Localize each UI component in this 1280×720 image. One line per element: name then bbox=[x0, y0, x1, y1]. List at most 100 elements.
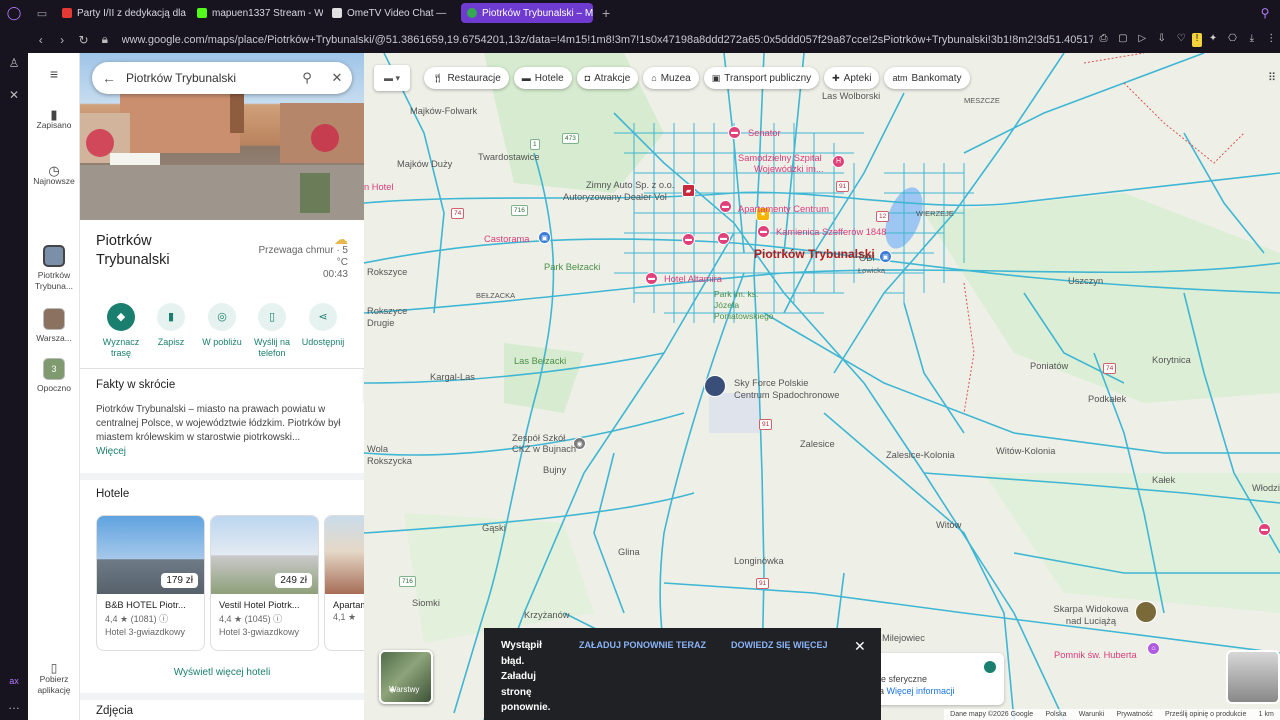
share-button[interactable]: ⋖ Udostępnij bbox=[298, 303, 348, 348]
show-more-hotels-link[interactable]: Wyświetl więcej hoteli bbox=[80, 667, 364, 678]
bookmark-icon[interactable]: ⎙ bbox=[1095, 33, 1112, 47]
browser-tab-2[interactable]: mapuen1337 Stream - Wa bbox=[191, 3, 323, 23]
rail-recent[interactable]: ◷ Najnowsze bbox=[28, 164, 80, 187]
hotel-pin-icon[interactable]: ▬ bbox=[682, 233, 695, 246]
chip-pharmacies[interactable]: ✚ Apteki bbox=[824, 67, 880, 89]
browser-tab-1[interactable]: Party I/II z dedykacją dla K bbox=[56, 3, 188, 23]
browser-tab-3[interactable]: OmeTV Video Chat — bbox=[326, 3, 458, 23]
search-input[interactable]: Piotrków Trybunalski bbox=[126, 71, 292, 85]
car-dealer-pin-icon[interactable]: ▰ bbox=[682, 184, 695, 197]
chip-atms[interactable]: atm Bankomaty bbox=[884, 67, 970, 89]
search-icon[interactable]: ⚲ bbox=[1250, 6, 1280, 20]
back-arrow-icon[interactable]: ← bbox=[92, 70, 126, 86]
hotel-card[interactable]: 249 zł Vestil Hotel Piotrk... 4,4 ★ (104… bbox=[210, 515, 319, 651]
map-label: Kałek bbox=[1152, 475, 1176, 485]
menu-dots-icon[interactable]: ⋮ bbox=[1263, 33, 1280, 47]
map-tools-button[interactable]: ▬ ▾ bbox=[374, 65, 410, 91]
url-field[interactable]: www.google.com/maps/place/Piotrków+Trybu… bbox=[122, 34, 1093, 46]
map-label: Zalesice bbox=[800, 439, 835, 449]
nearby-button[interactable]: ◎ W pobliżu bbox=[197, 303, 247, 348]
rail-place-piotrkow[interactable]: Piotrków Trybuna... bbox=[28, 245, 80, 292]
maps-rail: ≡ ▮ Zapisano ◷ Najnowsze Piotrków Trybuna.… bbox=[28, 53, 80, 720]
map-attribution: Dane mapy ©2026 Google Polska Warunki Pr… bbox=[944, 709, 1280, 720]
place-title: Piotrków Trybunalski bbox=[96, 233, 170, 268]
rail-get-app[interactable]: ▯ Pobierz aplikację bbox=[28, 662, 80, 696]
learn-more-button[interactable]: DOWIEDZ SIĘ WIĘCEJ bbox=[731, 640, 828, 650]
phone-icon: ▯ bbox=[258, 303, 286, 331]
hotel-pin-icon[interactable]: ▬ bbox=[728, 126, 741, 139]
skarpa-photo-pin[interactable] bbox=[1135, 601, 1157, 623]
forward-icon[interactable]: › bbox=[53, 33, 70, 47]
map-canvas[interactable]: ▬ ▾ 🍴︎ Restauracje ▬ Hotele ◘ Atrakcje ⌂ Muz… bbox=[364, 53, 1280, 720]
ax-icon[interactable]: ax bbox=[0, 676, 28, 686]
feedback-link[interactable]: Prześlij opinię o produkcie bbox=[1165, 711, 1246, 718]
sidebar-more-icon[interactable]: … bbox=[0, 698, 28, 712]
play-icon[interactable]: ▷ bbox=[1134, 33, 1151, 47]
heart-icon[interactable]: ♡ bbox=[1172, 33, 1189, 47]
hotel-pin-icon[interactable]: ▬ bbox=[1258, 523, 1271, 536]
bus-icon: ▣ bbox=[711, 72, 721, 83]
search-icon[interactable]: ⚲ bbox=[292, 70, 322, 86]
chip-public-transport[interactable]: ▣ Transport publiczny bbox=[703, 67, 820, 89]
more-info-link[interactable]: Więcej informacji bbox=[887, 686, 955, 696]
hotel-pin-icon[interactable]: ▬ bbox=[757, 225, 770, 238]
download-icon[interactable]: ⇩ bbox=[1153, 33, 1170, 47]
search-box[interactable]: ← Piotrków Trybunalski ⚲ ✕ bbox=[92, 62, 352, 94]
privacy-link[interactable]: Prywatność bbox=[1117, 711, 1153, 718]
aria-icon[interactable]: ♙ bbox=[0, 56, 28, 70]
street-view-thumbnail[interactable] bbox=[1226, 650, 1280, 704]
x-twitter-icon[interactable]: ✕ bbox=[0, 88, 28, 102]
screenshot-icon[interactable]: ▢ bbox=[1114, 33, 1131, 47]
extension-puzzle-icon[interactable]: ✦ bbox=[1204, 33, 1221, 47]
shopping-pin-icon[interactable]: ▣ bbox=[879, 250, 892, 263]
extension-icon[interactable]: ! bbox=[1191, 32, 1203, 47]
apps-grid-icon[interactable]: ⠿ bbox=[1268, 71, 1276, 84]
route-shield: 74 bbox=[451, 208, 465, 219]
hotel-card[interactable]: Apartam... 4,1 ★ bbox=[324, 515, 364, 651]
camera-icon[interactable]: ⎔ bbox=[1224, 33, 1241, 47]
map-label: Milejowiec bbox=[882, 633, 925, 643]
hotel-card[interactable]: 179 zł B&B HOTEL Piotr... 4,4 ★ (1081) ⓘ… bbox=[96, 515, 205, 651]
terms-link[interactable]: Warunki bbox=[1079, 711, 1104, 718]
close-icon[interactable]: ✕ bbox=[854, 638, 866, 655]
route-shield: 91 bbox=[836, 181, 850, 192]
place-thumbnail bbox=[43, 245, 65, 267]
hotel-pin-icon[interactable]: ▬ bbox=[717, 232, 730, 245]
close-icon[interactable]: ✕ bbox=[322, 70, 352, 86]
scale-label[interactable]: 1 km bbox=[1259, 711, 1274, 718]
hospital-pin-icon[interactable]: H bbox=[832, 155, 845, 168]
monument-pin-icon[interactable]: ⌂ bbox=[1147, 642, 1160, 655]
map-label: Glina bbox=[618, 547, 640, 557]
country-link[interactable]: Polska bbox=[1045, 711, 1066, 718]
tab-menu-icon[interactable]: ▭ bbox=[28, 0, 56, 26]
send-to-phone-button[interactable]: ▯ Wyślij na telefon bbox=[247, 303, 297, 359]
chip-restaurants[interactable]: 🍴︎ Restauracje bbox=[424, 67, 509, 89]
reload-now-button[interactable]: ZAŁADUJ PONOWNIE TERAZ bbox=[579, 640, 706, 650]
bookmark-icon: ▮ bbox=[50, 107, 58, 122]
sky-force-photo-pin[interactable] bbox=[704, 375, 726, 397]
reload-icon[interactable]: ↻ bbox=[75, 33, 92, 47]
map-label: Kamienica Szefferów 1848 bbox=[776, 227, 887, 237]
download-arrow-icon[interactable]: ⤓ bbox=[1243, 33, 1260, 47]
hotel-name: Apartam... bbox=[333, 600, 364, 610]
opera-logo-icon[interactable]: ◯ bbox=[0, 0, 28, 26]
new-tab-button[interactable]: + bbox=[596, 5, 616, 21]
hamburger-menu-icon[interactable]: ≡ bbox=[28, 67, 80, 81]
toggle-switch[interactable] bbox=[984, 661, 996, 673]
chip-hotels[interactable]: ▬ Hotele bbox=[513, 67, 572, 89]
chip-attractions[interactable]: ◘ Atrakcje bbox=[576, 67, 639, 89]
directions-button[interactable]: ◆ Wyznacz trasę bbox=[96, 303, 146, 359]
shopping-pin-icon[interactable]: ▣ bbox=[538, 231, 551, 244]
back-icon[interactable]: ‹ bbox=[32, 33, 49, 47]
rail-place-opoczno[interactable]: 3 Opoczno bbox=[28, 358, 80, 394]
save-button[interactable]: ▮ Zapisz bbox=[146, 303, 196, 348]
rail-place-warszawa[interactable]: Warsza... bbox=[28, 308, 80, 344]
more-link[interactable]: Więcej bbox=[96, 446, 126, 457]
rail-saved[interactable]: ▮ Zapisano bbox=[28, 107, 80, 131]
chip-museums[interactable]: ⌂ Muzea bbox=[643, 67, 699, 89]
info-line-1: ie sferyczne bbox=[879, 674, 928, 684]
hotel-pin-icon[interactable]: ▬ bbox=[645, 272, 658, 285]
layers-button[interactable]: ◈ Warstwy bbox=[379, 650, 433, 704]
hotel-pin-icon[interactable]: ▬ bbox=[719, 200, 732, 213]
browser-tab-4-active[interactable]: Piotrków Trybunalski – Ma bbox=[461, 3, 593, 23]
